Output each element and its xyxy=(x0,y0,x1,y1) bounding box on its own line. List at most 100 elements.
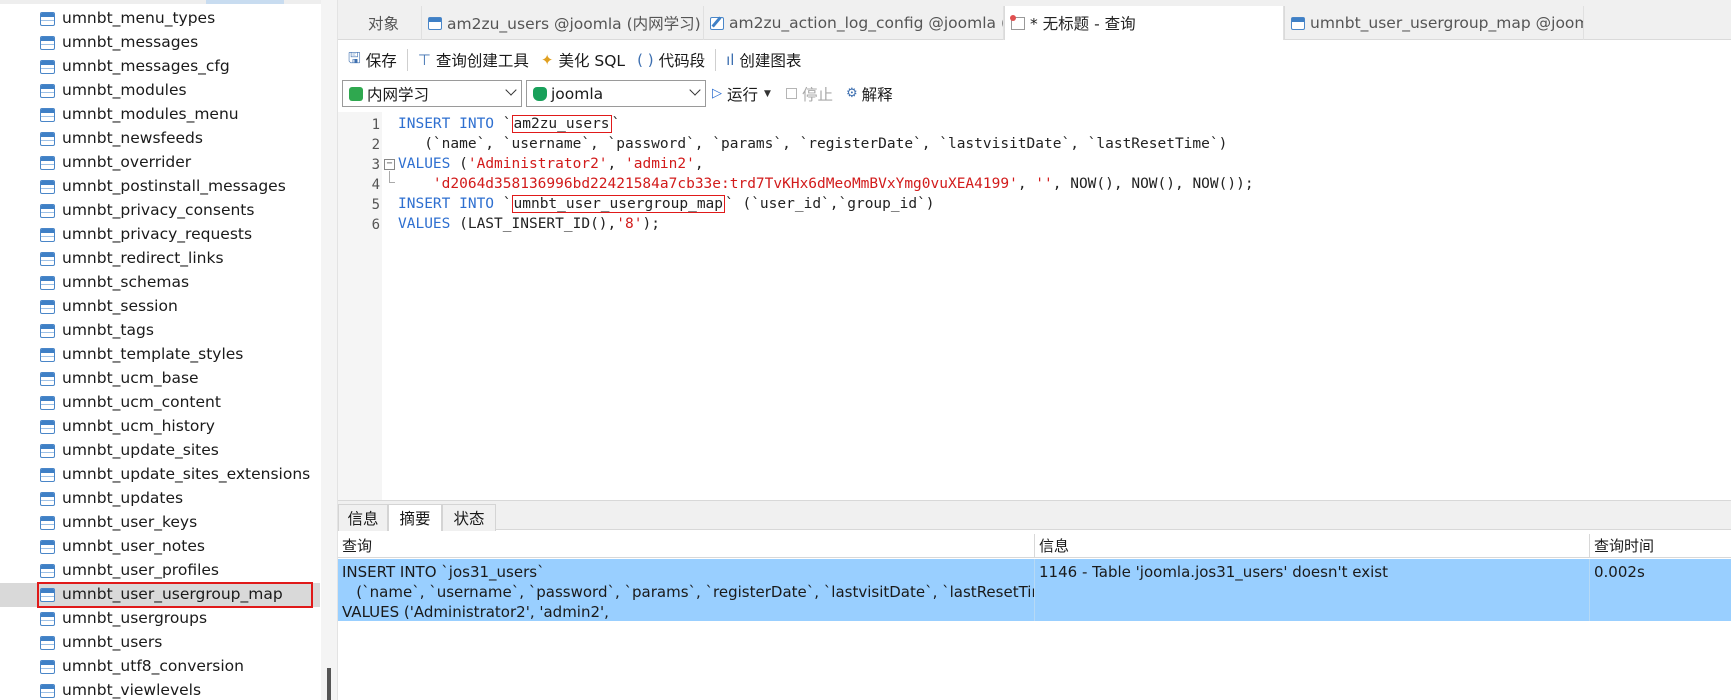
code-line-4: 'd2064d358136996bd22421584a7cb33e:trd7Tv… xyxy=(398,176,1254,192)
run-button[interactable]: ▷ 运行 ▼ xyxy=(712,80,771,107)
result-cell-time[interactable]: 0.002s xyxy=(1590,559,1731,621)
tab-label: 信息 xyxy=(347,510,379,528)
tree-scrollbar-thumb[interactable] xyxy=(327,668,331,700)
code-text: , xyxy=(607,156,626,172)
database-select[interactable]: joomla xyxy=(526,80,706,107)
create-chart-button[interactable]: ıl 创建图表 xyxy=(720,46,807,74)
tree-item[interactable]: umnbt_user_usergroup_map xyxy=(0,582,320,608)
tree-item[interactable]: umnbt_messages xyxy=(0,31,320,55)
tree-item-label: umnbt_user_keys xyxy=(62,513,198,531)
tree-item[interactable]: umnbt_usergroups xyxy=(0,607,320,631)
tab-untitled-query[interactable]: * 无标题 - 查询 xyxy=(1004,6,1284,40)
database-icon xyxy=(533,86,547,101)
tree-item[interactable]: umnbt_privacy_requests xyxy=(0,223,320,247)
tree-item[interactable]: umnbt_schemas xyxy=(0,271,320,295)
save-button[interactable]: 🖫 保存 xyxy=(342,46,403,74)
tree-item[interactable]: umnbt_tags xyxy=(0,319,320,343)
tree-scrollbar[interactable] xyxy=(321,0,337,700)
tree-item[interactable]: umnbt_utf8_conversion xyxy=(0,655,320,679)
table-icon xyxy=(40,324,55,338)
code-snippet-icon: ( ) xyxy=(637,51,654,69)
tab-label: 摘要 xyxy=(399,510,431,528)
result-cell-info[interactable]: 1146 - Table 'joomla.jos31_users' doesn'… xyxy=(1035,559,1590,621)
tab-status[interactable]: 状态 xyxy=(442,504,496,531)
table-icon xyxy=(40,540,55,554)
connection-select[interactable]: 内网学习 xyxy=(342,80,522,107)
tree-item-label: umnbt_ucm_base xyxy=(62,369,199,387)
chevron-down-icon xyxy=(689,84,701,96)
line-number-gutter: 1 2 3 4 5 6 xyxy=(338,112,382,500)
tree-item-label: umnbt_user_profiles xyxy=(62,561,220,579)
line-number: 6 xyxy=(371,217,380,233)
tree-item[interactable]: umnbt_newsfeeds xyxy=(0,127,320,151)
tree-item[interactable]: umnbt_user_profiles xyxy=(0,559,320,583)
tree-item-label: umnbt_overrider xyxy=(62,153,192,171)
query-builder-button[interactable]: ⊤ 查询创建工具 xyxy=(412,46,535,74)
table-icon xyxy=(40,60,55,74)
stop-button[interactable]: 停止 xyxy=(786,80,833,107)
tree-item[interactable]: umnbt_viewlevels xyxy=(0,679,320,700)
sql-string: '' xyxy=(1035,176,1053,192)
column-header-info[interactable]: 信息 xyxy=(1035,534,1590,558)
tree-item[interactable]: umnbt_template_styles xyxy=(0,343,320,367)
code-text: ` xyxy=(611,116,621,132)
tree-item[interactable]: umnbt_update_sites xyxy=(0,439,320,463)
line-number: 2 xyxy=(371,137,380,153)
explain-button[interactable]: ⚙ 解释 xyxy=(846,80,893,107)
tree-item[interactable]: umnbt_users xyxy=(0,631,320,655)
tree-item[interactable]: umnbt_overrider xyxy=(0,151,320,175)
sql-keyword: VALUES xyxy=(398,156,451,172)
tree-item-label: umnbt_messages_cfg xyxy=(62,57,230,75)
tree-item[interactable]: umnbt_session xyxy=(0,295,320,319)
table-icon xyxy=(40,276,55,290)
sql-string: 'Administrator2' xyxy=(467,156,608,172)
tree-item[interactable]: umnbt_postinstall_messages xyxy=(0,175,320,199)
table-icon xyxy=(40,228,55,242)
code-line-5: INSERT INTO ` umnbt_user_usergroup_map ` (… xyxy=(398,195,935,213)
tree-item[interactable]: umnbt_updates xyxy=(0,487,320,511)
tab-user-usergroup-map[interactable]: umnbt_user_usergroup_map @joom... xyxy=(1284,6,1584,40)
highlighted-table-name: umnbt_user_usergroup_map xyxy=(511,195,726,213)
tab-action-log-config[interactable]: am2zu_action_log_config @joomla (... xyxy=(704,6,1004,40)
tab-label: am2zu_action_log_config @joomla (... xyxy=(729,14,1004,32)
result-cell-query[interactable]: INSERT INTO `jos31_users` (`name`, `user… xyxy=(338,559,1035,621)
code-text: ` (`user_id`,`group_id`) xyxy=(725,196,935,212)
beautify-sql-button[interactable]: ✦ 美化 SQL xyxy=(535,46,631,74)
code-text: ` xyxy=(494,116,512,132)
tree-item-label: umnbt_user_notes xyxy=(62,537,205,555)
code-line-1: INSERT INTO ` am2zu_users ` xyxy=(398,115,621,133)
tree-item[interactable]: umnbt_ucm_content xyxy=(0,391,320,415)
tab-label: 状态 xyxy=(453,510,485,528)
code-snippet-button[interactable]: ( ) 代码段 xyxy=(631,46,711,74)
tree-item[interactable]: umnbt_update_sites_extensions xyxy=(0,463,320,487)
tree-top-scroll-indicator xyxy=(0,0,337,4)
tree-item[interactable]: umnbt_modules xyxy=(0,79,320,103)
tree-item[interactable]: umnbt_ucm_history xyxy=(0,415,320,439)
tree-item[interactable]: umnbt_privacy_consents xyxy=(0,199,320,223)
tree-item[interactable]: umnbt_user_notes xyxy=(0,535,320,559)
tab-summary[interactable]: 摘要 xyxy=(388,504,442,531)
caret-down-icon[interactable]: ▼ xyxy=(764,89,771,99)
tree-item[interactable]: umnbt_user_keys xyxy=(0,511,320,535)
tree-item[interactable]: umnbt_modules_menu xyxy=(0,103,320,127)
tab-objects[interactable]: 对象 xyxy=(338,6,422,40)
table-icon xyxy=(40,612,55,626)
fold-toggle-icon[interactable]: − xyxy=(384,159,395,170)
column-header-time[interactable]: 查询时间 xyxy=(1590,534,1731,558)
tree-item[interactable]: umnbt_menu_types xyxy=(0,7,320,31)
sql-keyword: INSERT INTO xyxy=(398,116,495,132)
sql-editor[interactable]: 123456 − INSERT INTO ` am2zu_users ` (`nam… xyxy=(338,112,1731,500)
tree-item-label: umnbt_privacy_consents xyxy=(62,201,255,219)
beautify-icon: ✦ xyxy=(540,51,554,69)
save-label: 保存 xyxy=(365,52,397,70)
column-header-query[interactable]: 查询 xyxy=(338,534,1035,558)
tree-item[interactable]: umnbt_ucm_base xyxy=(0,367,320,391)
tree-item[interactable]: umnbt_redirect_links xyxy=(0,247,320,271)
tree-item[interactable]: umnbt_messages_cfg xyxy=(0,55,320,79)
table-icon xyxy=(40,84,55,98)
query-builder-icon: ⊤ xyxy=(417,51,431,69)
tab-am2zu-users[interactable]: am2zu_users @joomla (内网学习) - 表 xyxy=(422,6,704,40)
tree-item-label: umnbt_menu_types xyxy=(62,9,216,27)
tab-info[interactable]: 信息 xyxy=(338,504,388,531)
